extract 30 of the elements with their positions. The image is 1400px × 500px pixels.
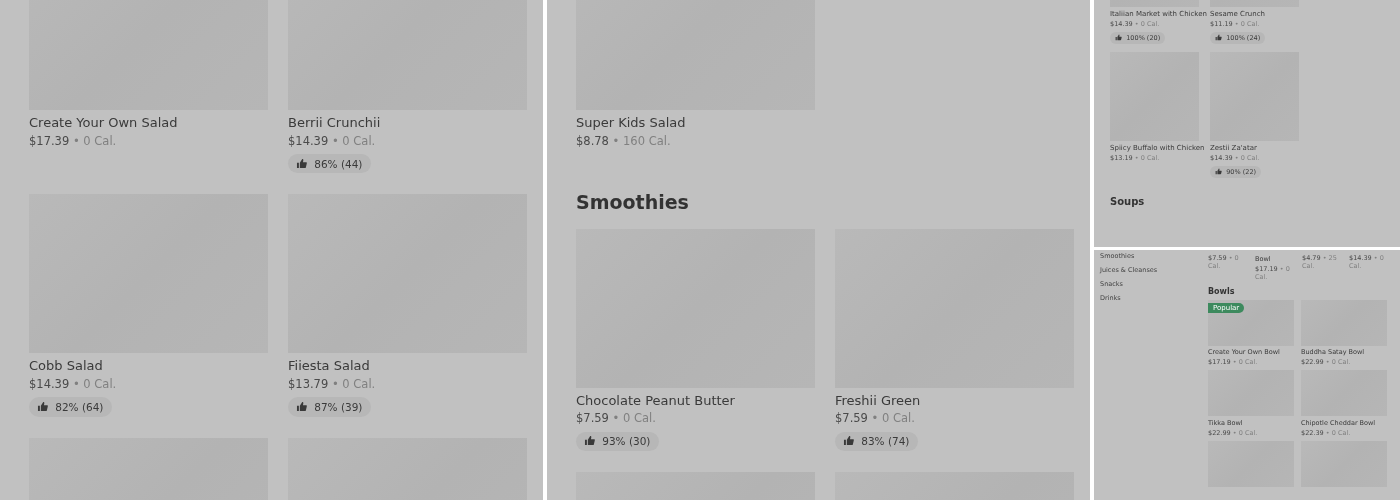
item-name: Create Your Own Salad [29,115,178,131]
section-heading: Bowls [1208,285,1236,298]
item-name: Berrii Crunchii [288,115,381,131]
thumbs-up-icon [1215,168,1223,176]
item-name: Fiiesta Salad [288,358,370,374]
thumbs-up-icon [37,401,49,413]
item-name: Freshii Green [835,392,921,408]
item-price: $7.59 • 0 Cal. [576,411,656,426]
item-price: $14.39 • 0 Cal. [288,133,376,148]
thumbs-up-icon [843,435,855,447]
rating-text: 86% (44) [314,157,363,170]
item-name: Super Kids Salad [576,115,686,131]
section-heading: Soups [1110,195,1146,210]
rating-text: 87% (39) [314,400,363,413]
item-price: $14.39 • 0 Cal. [29,376,117,391]
thumbs-up-icon [296,401,308,413]
section-heading: Smoothies [576,189,690,215]
item-price: $13.79 • 0 Cal. [288,376,376,391]
thumbs-up-icon [584,435,596,447]
item-name: Chocolate Peanut Butter [576,392,735,408]
rating-text: 93% (30) [602,435,651,448]
thumbs-up-icon [296,157,308,170]
thumbs-up-icon [1115,34,1123,42]
item-price: $8.78 • 160 Cal. [576,133,671,148]
item-name: Cobb Salad [29,358,103,374]
item-price: $7.59 • 0 Cal. [835,411,915,426]
rating-text: 83% (74) [861,435,910,448]
rating-text: 82% (64) [55,400,104,413]
item-price: $17.39 • 0 Cal. [29,133,117,148]
thumbs-up-icon [1215,34,1223,42]
